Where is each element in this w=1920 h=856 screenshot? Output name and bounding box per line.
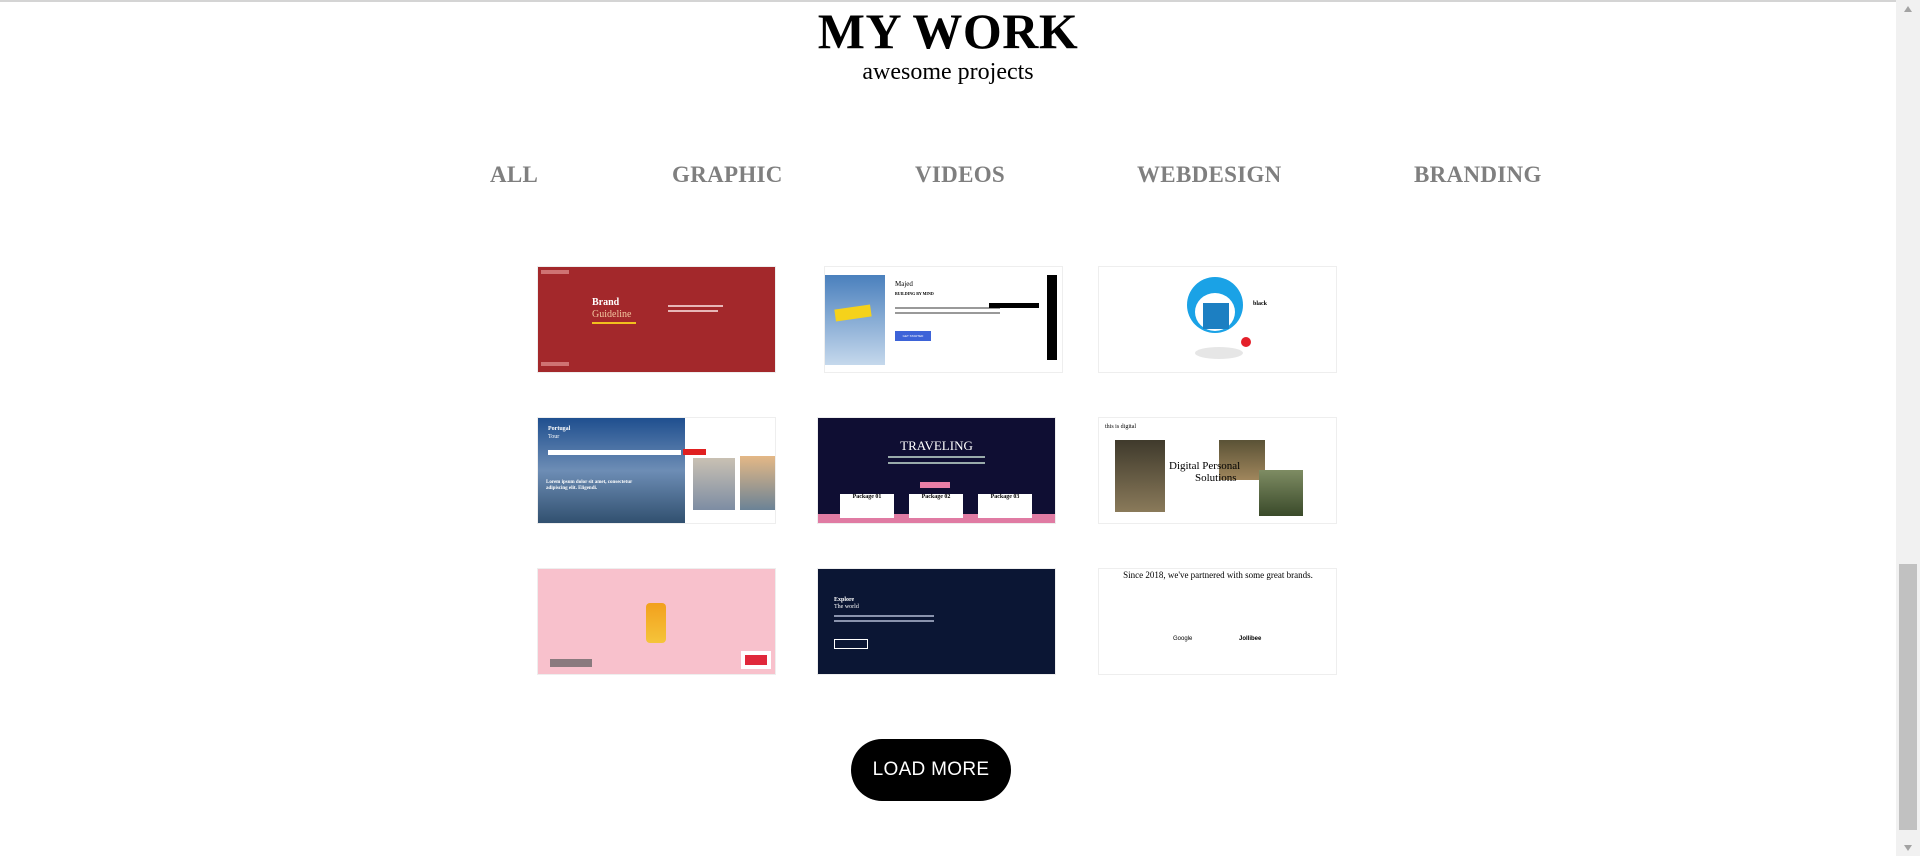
package-card-3: Package 03 [978, 494, 1032, 518]
digital-photo-1 [1115, 440, 1165, 512]
brand-corner-text [541, 362, 569, 366]
doraemon-word: black [1253, 301, 1268, 307]
majed-side-bar [1047, 275, 1057, 360]
doraemon-bell [1241, 337, 1251, 347]
brand-line2: Guideline [592, 309, 632, 320]
majed-name: Majed [895, 280, 913, 288]
digital-tagline: this is digital [1105, 424, 1137, 430]
digital-line2: Solutions [1195, 472, 1237, 484]
filter-branding[interactable]: BRANDING [1414, 160, 1542, 190]
project-card-doraemon[interactable]: black [1099, 267, 1336, 372]
filter-webdesign[interactable]: WEBDESIGN [1137, 160, 1282, 190]
package-card-2: Package 02 [909, 494, 963, 518]
brand-logo-jollibee: Jollibee [1239, 636, 1262, 642]
brand-corner-text [541, 270, 569, 274]
load-more-button[interactable]: LOAD MORE [851, 739, 1011, 801]
drink-label [550, 659, 592, 667]
explore-text-line [834, 615, 934, 617]
drink-thumb-cans [745, 655, 767, 665]
filter-graphic[interactable]: GRAPHIC [672, 160, 783, 190]
majed-text-line [895, 307, 1000, 309]
traveling-title: TRAVELING [900, 438, 973, 453]
brand-line1: Brand [592, 297, 620, 308]
doraemon-book [1203, 303, 1229, 329]
brand-underline [592, 322, 636, 324]
portugal-photo-2 [740, 456, 775, 510]
project-card-traveling[interactable]: TRAVELING Package 01 Package 02 Package … [818, 418, 1055, 523]
project-card-majed[interactable]: Majed BUILDING BY MIND GET STARTED [825, 267, 1062, 372]
portugal-search-bar [548, 450, 681, 455]
brands-heading: Since 2018, we've partnered with some gr… [1123, 570, 1313, 580]
scrollbar-thumb[interactable] [1899, 564, 1917, 830]
project-card-digital[interactable]: this is digital Digital Personal Solutio… [1099, 418, 1336, 523]
majed-headline: BUILDING BY MIND [895, 291, 934, 296]
page-title: MY WORK [817, 3, 1079, 59]
portugal-line2: Tour [548, 434, 560, 440]
majed-sky-photo [825, 275, 885, 365]
scroll-up-icon[interactable] [1899, 0, 1917, 17]
drink-can [646, 603, 666, 643]
page-subtitle: awesome projects [862, 59, 1034, 85]
project-card-explore[interactable]: Explore The world [818, 569, 1055, 674]
digital-photo-3 [1259, 470, 1303, 516]
brand-text-line [668, 310, 718, 312]
majed-black-bar [989, 303, 1039, 308]
majed-cta: GET STARTED [895, 331, 931, 341]
explore-text-line [834, 620, 934, 622]
explore-button [834, 639, 868, 649]
project-card-portugal-tour[interactable]: Portugal Tour Lorem ipsum dolor sit amet… [538, 418, 775, 523]
traveling-text-line [888, 456, 985, 458]
filter-all[interactable]: ALL [490, 160, 538, 190]
package-card-1: Package 01 [840, 494, 894, 518]
brand-text-line [668, 305, 723, 307]
doraemon-feet [1195, 347, 1243, 359]
traveling-button [920, 482, 950, 488]
brand-logo-google: Google [1173, 636, 1193, 642]
project-card-brand-guideline[interactable]: Brand Guideline [538, 267, 775, 372]
traveling-text-line [888, 462, 985, 464]
portugal-search-button [683, 449, 706, 455]
project-card-drink[interactable] [538, 569, 775, 674]
filter-videos[interactable]: VIDEOS [915, 160, 1005, 190]
majed-text-line [895, 312, 1000, 314]
portugal-hero [538, 418, 685, 523]
project-card-partner-brands[interactable]: Since 2018, we've partnered with some gr… [1099, 569, 1336, 674]
digital-line1: Digital Personal [1169, 460, 1241, 472]
explore-line1: Explore [834, 597, 855, 603]
explore-line2: The world [834, 604, 859, 610]
scroll-down-icon[interactable] [1899, 839, 1917, 856]
portugal-line1: Portugal [548, 426, 571, 432]
portugal-headline: Lorem ipsum dolor sit amet, consectetur … [546, 480, 633, 491]
portugal-photo-1 [693, 458, 735, 510]
